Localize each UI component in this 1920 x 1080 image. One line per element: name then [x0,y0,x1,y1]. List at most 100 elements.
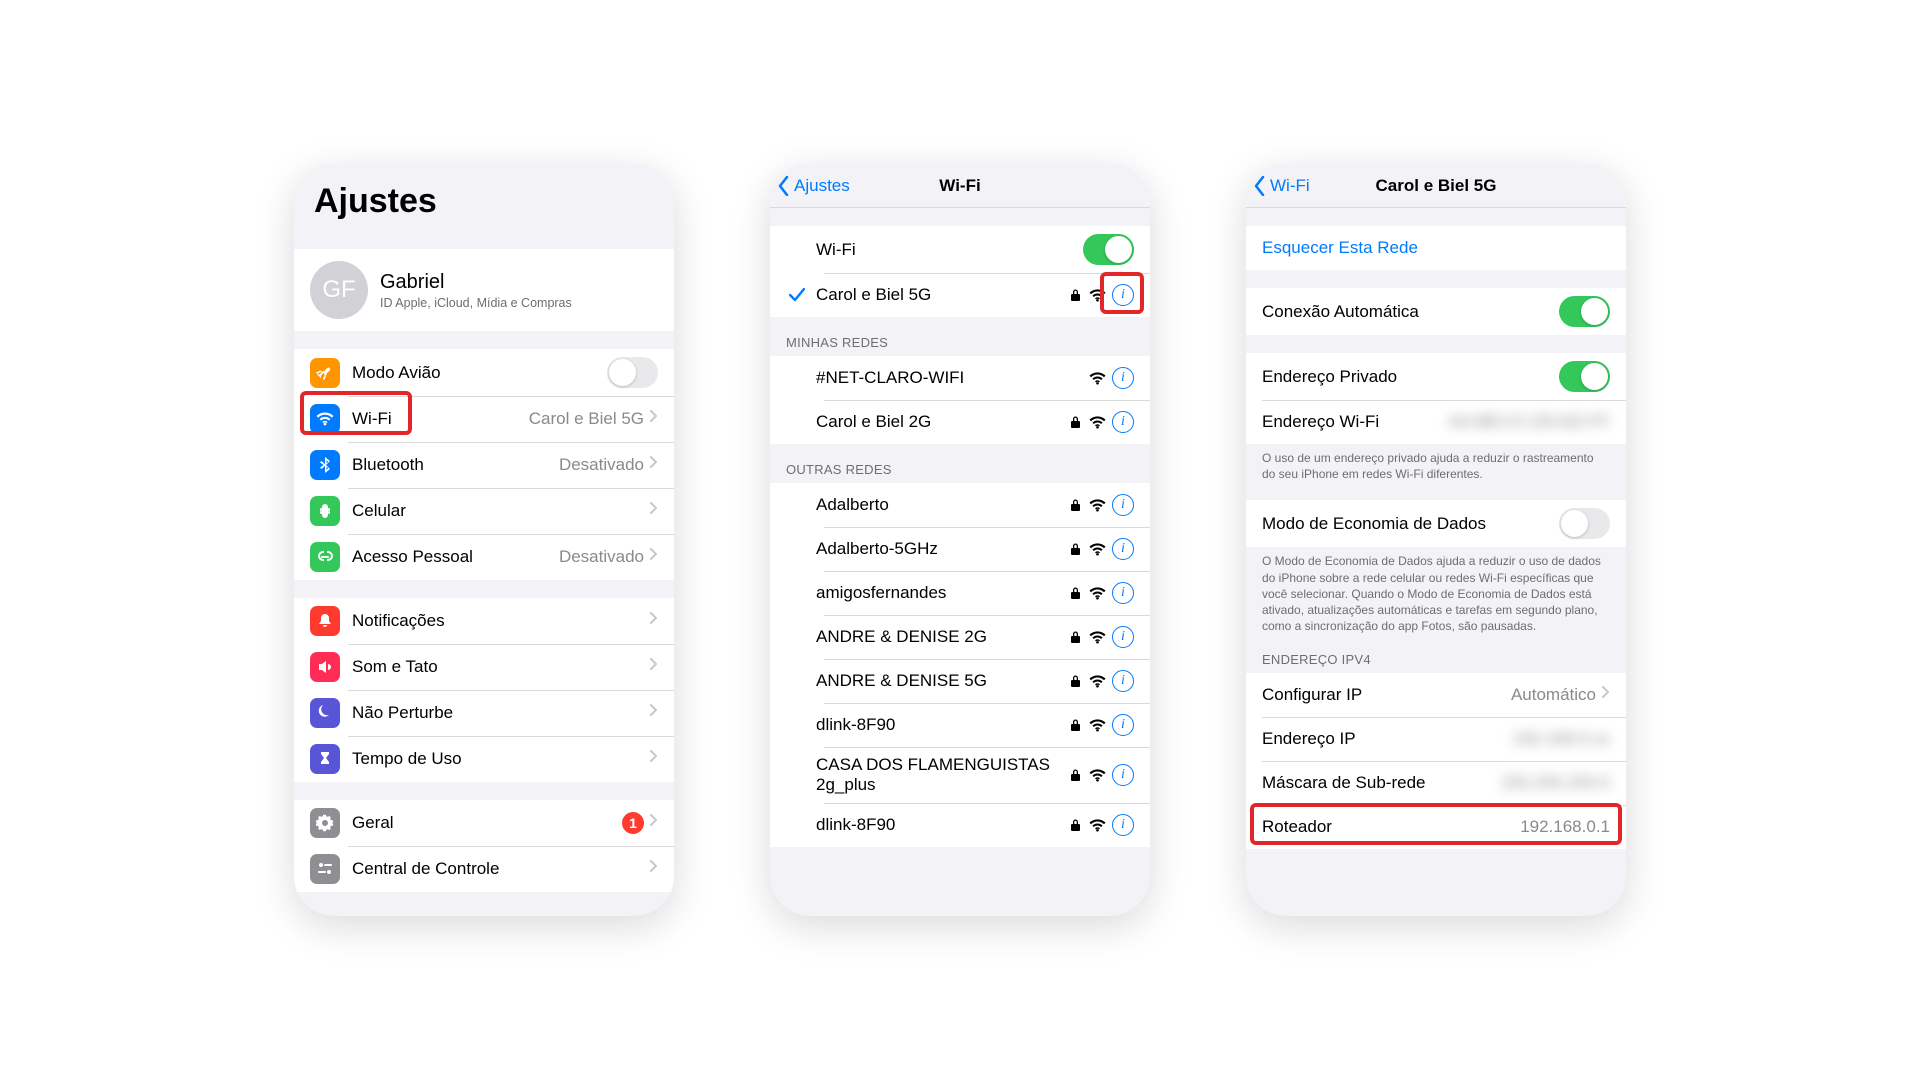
wifi-address-value: AA:BB:CC:DD:EE:FF [1448,412,1610,432]
row-connected-network[interactable]: Carol e Biel 5G i [770,273,1150,317]
network-row[interactable]: dlink-8F90 i [770,703,1150,747]
row-wifi-address: Endereço Wi-Fi AA:BB:CC:DD:EE:FF [1246,400,1626,444]
router-value: 192.168.0.1 [1520,817,1610,837]
row-airplane[interactable]: Modo Avião [294,349,674,396]
network-name: Carol e Biel 2G [816,412,1062,432]
bluetooth-icon [310,450,340,480]
info-icon[interactable]: i [1112,714,1134,736]
page-title: Ajustes [294,164,674,229]
network-row[interactable]: #NET-CLARO-WIFI i [770,356,1150,400]
row-hotspot[interactable]: Acesso Pessoal Desativado [294,534,674,580]
row-configure-ip[interactable]: Configurar IP Automático [1246,673,1626,717]
info-icon[interactable]: i [1112,411,1134,433]
row-router: Roteador 192.168.0.1 [1246,805,1626,849]
network-name: ANDRE & DENISE 5G [816,671,1062,691]
avatar: GF [310,261,368,319]
lock-icon [1070,674,1081,688]
row-control-center[interactable]: Central de Controle [294,846,674,892]
chevron-icon [650,814,658,832]
chevron-icon [650,410,658,428]
network-name: #NET-CLARO-WIFI [816,368,1081,388]
lock-icon [1070,586,1081,600]
section-ipv4: ENDEREÇO IPV4 [1246,652,1626,673]
wifi-signal-icon [1089,631,1106,644]
chevron-left-icon [778,176,790,196]
low-data-toggle[interactable] [1559,508,1610,539]
info-icon[interactable]: i [1112,670,1134,692]
row-low-data-mode[interactable]: Modo de Economia de Dados [1246,500,1626,547]
airplane-icon [310,358,340,388]
network-row[interactable]: Adalberto-5GHzi [770,527,1150,571]
back-button[interactable]: Ajustes [770,176,850,196]
wifi-signal-icon [1089,719,1106,732]
moon-icon [310,698,340,728]
back-button[interactable]: Wi-Fi [1246,176,1310,196]
info-icon[interactable]: i [1112,538,1134,560]
row-notifications[interactable]: Notificações [294,598,674,644]
subnet-mask-value: 255.255.255.0 [1501,773,1610,793]
chevron-icon [650,502,658,520]
row-screentime[interactable]: Tempo de Uso [294,736,674,782]
chevron-icon [650,456,658,474]
phone-wifi-detail: Wi-Fi Carol e Biel 5G Esquecer Esta Rede… [1246,164,1626,916]
chevron-icon [1602,686,1610,704]
row-wifi-toggle[interactable]: Wi-Fi [770,226,1150,273]
chevron-icon [650,658,658,676]
network-name: Adalberto [816,495,1062,515]
network-name: dlink-8F90 [816,715,1062,735]
profile-sub: ID Apple, iCloud, Mídia e Compras [380,296,572,310]
row-auto-join[interactable]: Conexão Automática [1246,288,1626,335]
row-wifi[interactable]: Wi-Fi Carol e Biel 5G [294,396,674,442]
info-icon[interactable]: i [1112,367,1134,389]
wifi-toggle[interactable] [1083,234,1134,265]
chevron-left-icon [1254,176,1266,196]
network-row[interactable]: Adalberto i [770,483,1150,527]
wifi-signal-icon [1089,675,1106,688]
row-cellular[interactable]: Celular [294,488,674,534]
row-forget-network[interactable]: Esquecer Esta Rede [1246,226,1626,270]
wifi-signal-icon [1089,289,1106,302]
cellular-icon [310,496,340,526]
phone-settings: Ajustes GF Gabriel ID Apple, iCloud, Míd… [294,164,674,916]
info-icon[interactable]: i [1112,764,1134,786]
row-sound[interactable]: Som e Tato [294,644,674,690]
info-icon[interactable]: i [1112,494,1134,516]
wifi-signal-icon [1089,499,1106,512]
nav-bar: Wi-Fi Carol e Biel 5G [1246,164,1626,208]
lock-icon [1070,818,1081,832]
info-icon[interactable]: i [1112,582,1134,604]
chevron-icon [650,548,658,566]
row-private-address[interactable]: Endereço Privado [1246,353,1626,400]
private-address-toggle[interactable] [1559,361,1610,392]
chevron-icon [650,860,658,878]
wifi-signal-icon [1089,587,1106,600]
lock-icon [1070,288,1081,302]
info-icon[interactable]: i [1112,284,1134,306]
phone-wifi-list: Ajustes Wi-Fi Wi-Fi Carol e Biel 5G i [770,164,1150,916]
info-icon[interactable]: i [1112,814,1134,836]
section-other-networks: OUTRAS REDES [770,462,1150,483]
sliders-icon [310,854,340,884]
row-bluetooth[interactable]: Bluetooth Desativado [294,442,674,488]
info-icon[interactable]: i [1112,626,1134,648]
airplane-toggle[interactable] [607,357,658,388]
network-row[interactable]: ANDRE & DENISE 5G i [770,659,1150,703]
network-row[interactable]: ANDRE & DENISE 2G i [770,615,1150,659]
network-row[interactable]: dlink-8F90i [770,803,1150,847]
wifi-signal-icon [1089,416,1106,429]
auto-join-toggle[interactable] [1559,296,1610,327]
wifi-signal-icon [1089,372,1106,385]
network-name: ANDRE & DENISE 2G [816,627,1062,647]
profile-name: Gabriel [380,271,572,294]
chevron-icon [650,750,658,768]
speaker-icon [310,652,340,682]
network-row[interactable]: Carol e Biel 2G i [770,400,1150,444]
network-row[interactable]: CASA DOS FLAMENGUISTAS 2g_plusi [770,747,1150,803]
bell-icon [310,606,340,636]
row-general[interactable]: Geral 1 [294,800,674,846]
profile-row[interactable]: GF Gabriel ID Apple, iCloud, Mídia e Com… [294,249,674,331]
network-row[interactable]: amigosfernandesi [770,571,1150,615]
row-ip-address: Endereço IP 192.168.0.xx [1246,717,1626,761]
low-data-footer: O Modo de Economia de Dados ajuda a redu… [1246,547,1626,634]
row-dnd[interactable]: Não Perturbe [294,690,674,736]
